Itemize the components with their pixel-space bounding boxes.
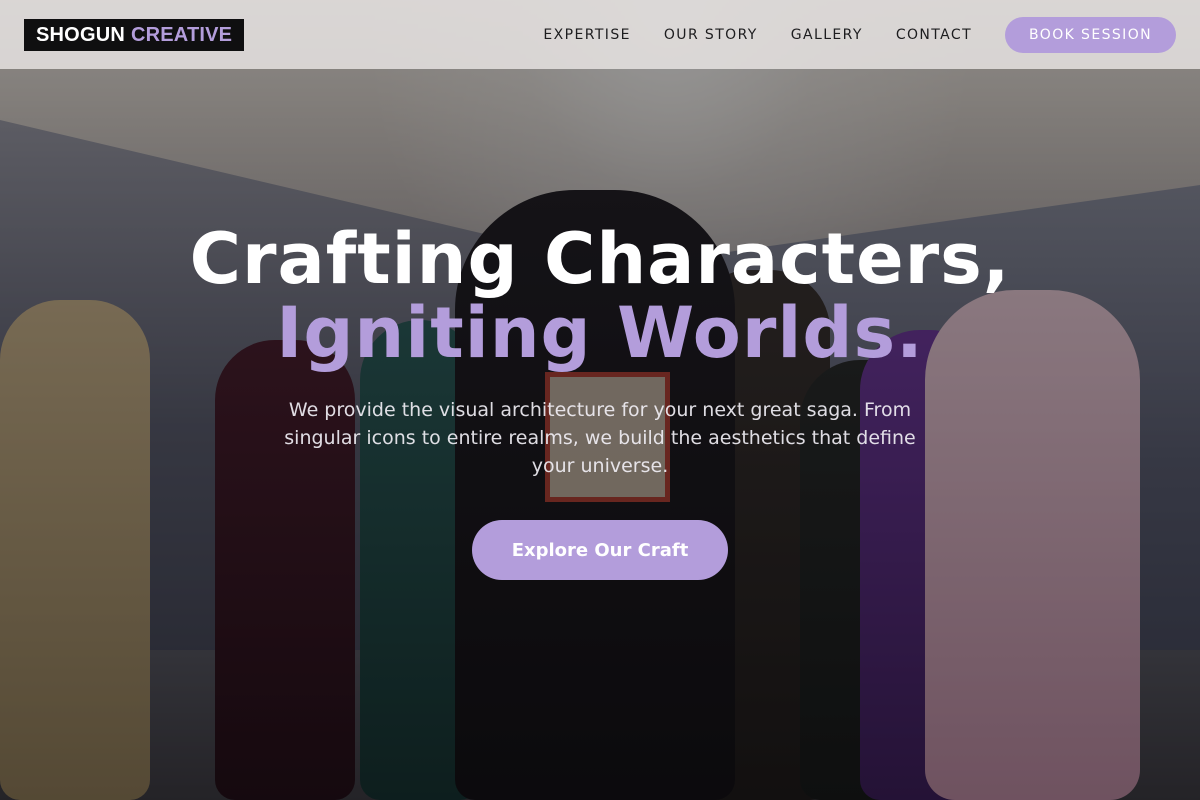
landing-page: SHOGUN CREATIVE EXPERTISE OUR STORY GALL… bbox=[0, 0, 1200, 800]
hero-title-line2: Igniting Worlds. bbox=[276, 292, 924, 374]
brand-accent: CREATIVE bbox=[130, 23, 233, 46]
hero-section: Crafting Characters, Igniting Worlds. We… bbox=[0, 222, 1200, 580]
top-navbar: SHOGUN CREATIVE EXPERTISE OUR STORY GALL… bbox=[0, 0, 1200, 69]
hero-title: Crafting Characters, Igniting Worlds. bbox=[0, 222, 1200, 370]
hero-subtitle: We provide the visual architecture for y… bbox=[284, 399, 916, 477]
nav-links: EXPERTISE OUR STORY GALLERY CONTACT BOOK… bbox=[510, 16, 1176, 53]
brand-logo[interactable]: SHOGUN CREATIVE bbox=[24, 18, 245, 51]
book-session-button[interactable]: BOOK SESSION bbox=[1005, 16, 1176, 53]
nav-link-contact[interactable]: CONTACT bbox=[896, 27, 972, 43]
nav-link-our-story[interactable]: OUR STORY bbox=[664, 27, 758, 43]
hero-title-line1: Crafting Characters, bbox=[189, 218, 1011, 300]
brand-name: SHOGUN bbox=[36, 23, 125, 46]
nav-link-expertise[interactable]: EXPERTISE bbox=[543, 27, 630, 43]
explore-craft-button[interactable]: Explore Our Craft bbox=[472, 520, 728, 580]
nav-link-gallery[interactable]: GALLERY bbox=[791, 27, 863, 43]
